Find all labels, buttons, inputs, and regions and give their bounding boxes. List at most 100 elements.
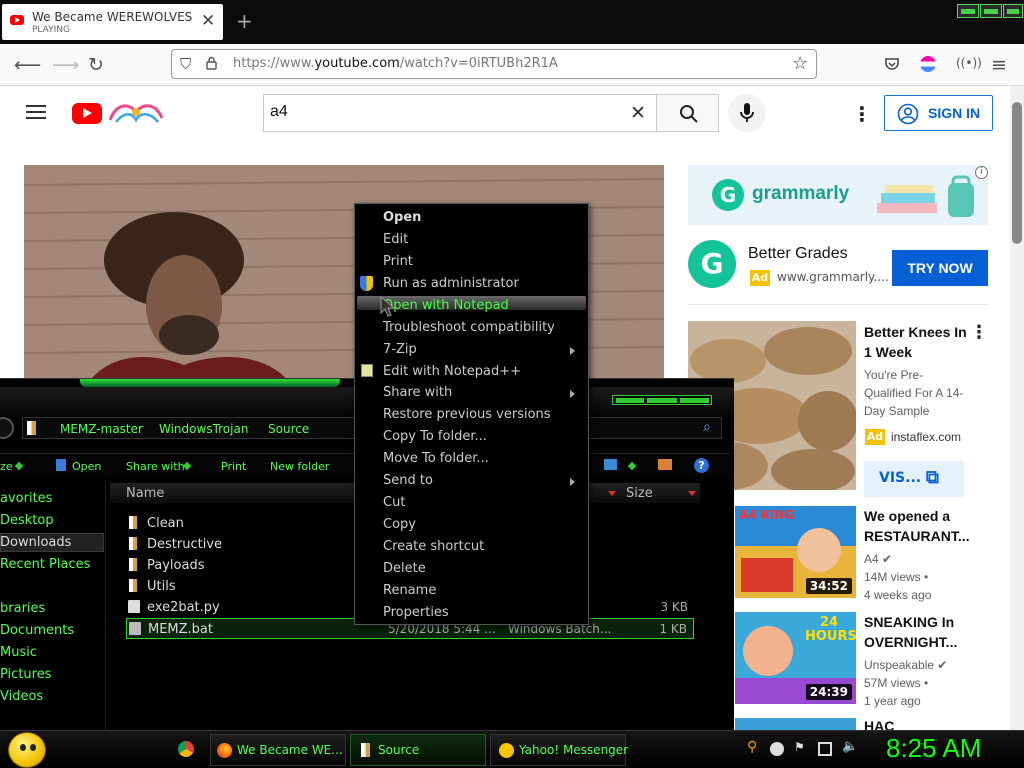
menu-open[interactable]: Open	[383, 210, 421, 225]
menu-print[interactable]: Print	[383, 254, 413, 269]
promo-title-line2[interactable]: 1 Week	[864, 342, 912, 362]
nav-desktop[interactable]: Desktop	[0, 513, 54, 528]
video-title-1b[interactable]: RESTAURANT...	[864, 526, 970, 546]
back-nav-icon[interactable]	[0, 417, 14, 439]
hamburger-menu-icon[interactable]	[26, 105, 46, 120]
menu-icon[interactable]: ≡	[991, 54, 1007, 76]
browser-tab[interactable]: We Became WEREWOLVES for PLAYING ✕	[2, 4, 223, 40]
taskbar-clock[interactable]: 8:25 AM	[886, 733, 981, 764]
menu-open-with-notepad[interactable]: Open with Notepad	[383, 298, 509, 313]
youtube-search-box[interactable]: ✕	[263, 94, 657, 132]
volume-icon[interactable]: 🔈	[842, 739, 858, 754]
shield-icon[interactable]: ⛉	[180, 55, 191, 73]
new-tab-icon[interactable]: +	[236, 9, 253, 33]
media-icon[interactable]: ((•))	[956, 56, 982, 70]
menu-share-with[interactable]: Share with	[383, 385, 452, 400]
taskbar-item-yahoo[interactable]: Yahoo! Messenger	[490, 734, 628, 766]
explorer-search-icon[interactable]: ⌕	[703, 419, 711, 435]
nav-favorites[interactable]: avorites	[0, 491, 52, 506]
minimize-button[interactable]	[957, 4, 979, 18]
menu-troubleshoot[interactable]: Troubleshoot compatibility	[383, 320, 555, 335]
menu-copy-to-folder[interactable]: Copy To folder...	[383, 429, 487, 444]
start-button-smiley-icon[interactable]	[8, 732, 46, 768]
preview-pane-icon[interactable]	[658, 459, 672, 470]
nav-downloads[interactable]: Downloads	[0, 535, 71, 550]
nav-recent-places[interactable]: Recent Places	[0, 557, 90, 572]
lock-icon[interactable]	[206, 56, 217, 70]
nav-documents[interactable]: Documents	[0, 623, 74, 638]
chrome-icon[interactable]	[178, 741, 194, 757]
toolbar-organize[interactable]: ze	[0, 460, 13, 473]
menu-properties[interactable]: Properties	[383, 605, 449, 620]
youtube-doodle-icon[interactable]	[106, 98, 166, 128]
tab-close-icon[interactable]: ✕	[201, 11, 215, 31]
toolbar-share-with[interactable]: Share with	[126, 460, 185, 473]
video-thumbnail-2[interactable]: 24 HOURS 24:39	[735, 612, 856, 704]
youtube-logo-icon[interactable]	[72, 103, 102, 124]
menu-send-to[interactable]: Send to	[383, 473, 433, 488]
search-input[interactable]	[270, 103, 610, 121]
video-title-2b[interactable]: OVERNIGHT...	[864, 632, 957, 652]
menu-move-to-folder[interactable]: Move To folder...	[383, 451, 489, 466]
settings-more-icon[interactable]: ⋮	[852, 102, 872, 126]
promo-title-line1[interactable]: Better Knees In	[864, 322, 967, 342]
menu-cut[interactable]: Cut	[383, 495, 405, 510]
column-size[interactable]: Size	[626, 486, 653, 501]
clear-search-icon[interactable]: ✕	[630, 102, 646, 124]
view-icon[interactable]	[604, 459, 617, 470]
bookmark-star-icon[interactable]: ☆	[792, 53, 808, 74]
ad-title[interactable]: Better Grades	[748, 245, 848, 263]
breadcrumb-2[interactable]: WindowsTrojan	[159, 422, 248, 436]
reload-icon[interactable]: ↻	[88, 54, 104, 76]
network-icon[interactable]	[818, 742, 832, 756]
voice-search-button[interactable]	[728, 94, 766, 132]
nav-pictures[interactable]: Pictures	[0, 667, 51, 682]
forward-icon[interactable]: ⟶	[52, 54, 79, 76]
video-thumbnail-3[interactable]	[735, 718, 856, 730]
back-icon[interactable]: ⟵	[14, 54, 41, 76]
nav-libraries[interactable]: braries	[0, 601, 45, 616]
visit-button[interactable]: VIS... ⧉	[864, 461, 964, 497]
url-text[interactable]: https://www.youtube.com/watch?v=0iRTUBh2…	[233, 56, 558, 71]
search-button[interactable]	[656, 94, 719, 132]
video-thumbnail-1[interactable]: A4 KING 34:52	[735, 506, 856, 598]
toolbar-print[interactable]: Print	[221, 460, 246, 473]
video-title-2a[interactable]: SNEAKING In	[864, 612, 954, 632]
video-title-3[interactable]: HAC	[864, 716, 894, 730]
nav-music[interactable]: Music	[0, 645, 37, 660]
toolbar-new-folder[interactable]: New folder	[270, 460, 329, 473]
menu-run-as-admin[interactable]: Run as administrator	[383, 276, 519, 291]
pocket-icon[interactable]	[884, 56, 900, 72]
grammarly-avatar-icon[interactable]: G	[688, 240, 736, 288]
help-icon[interactable]: ?	[694, 458, 709, 473]
explorer-window-buttons[interactable]	[612, 395, 712, 405]
menu-rename[interactable]: Rename	[383, 583, 436, 598]
ad-info-icon[interactable]: i	[975, 166, 988, 179]
menu-edit-notepadpp[interactable]: Edit with Notepad++	[383, 364, 521, 379]
menu-create-shortcut[interactable]: Create shortcut	[383, 539, 484, 554]
flag-icon[interactable]: ⚑	[794, 740, 808, 754]
tray-status-icon[interactable]	[770, 742, 784, 756]
video-channel-1[interactable]: A4 ✔	[864, 550, 892, 568]
menu-delete[interactable]: Delete	[383, 561, 426, 576]
promo-more-icon[interactable]: ⋮	[970, 322, 988, 343]
sort-arrow-icon[interactable]	[608, 491, 616, 496]
profile-avatar-icon[interactable]	[920, 56, 936, 72]
menu-restore-versions[interactable]: Restore previous versions	[383, 407, 551, 422]
menu-edit[interactable]: Edit	[383, 232, 408, 247]
video-channel-2[interactable]: Unspeakable ✔	[864, 656, 947, 674]
toolbar-open[interactable]: Open	[72, 460, 101, 473]
ad-banner[interactable]: G grammarly	[688, 165, 988, 225]
breadcrumb-3[interactable]: Source	[268, 422, 309, 436]
menu-7zip[interactable]: 7-Zip	[383, 342, 417, 357]
search-tray-icon[interactable]: ⚲	[747, 739, 761, 755]
nav-videos[interactable]: Videos	[0, 689, 43, 704]
page-scrollbar[interactable]	[1010, 86, 1024, 730]
try-now-button[interactable]: TRY NOW	[892, 250, 988, 286]
sign-in-button[interactable]: SIGN IN	[884, 95, 993, 131]
url-bar[interactable]: ⛉ https://www.youtube.com/watch?v=0iRTUB…	[171, 49, 817, 79]
column-name[interactable]: Name	[126, 486, 164, 501]
taskbar-item-explorer[interactable]: Source	[350, 734, 486, 766]
maximize-button[interactable]	[980, 4, 1002, 18]
video-title-1a[interactable]: We opened a	[864, 506, 950, 526]
